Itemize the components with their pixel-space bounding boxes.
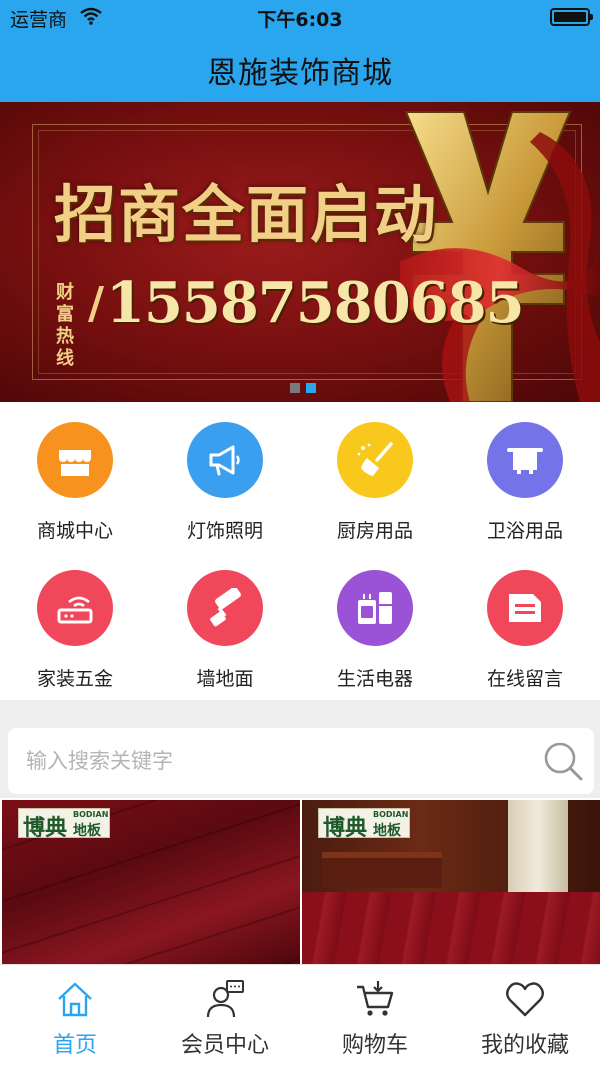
clock: 下午6:03: [257, 9, 343, 31]
brand-name-en: BODIAN: [73, 810, 109, 819]
category-store-icon-bg: [37, 422, 113, 498]
tab-member[interactable]: 会员中心: [150, 965, 300, 1067]
category-message[interactable]: 在线留言: [450, 550, 600, 698]
hotline-number: 15587580685: [106, 270, 525, 336]
category-grid: 商城中心 灯饰照明 厨房用品 卫浴用品 家装五金 墙地面 生活电器 在线留言: [0, 402, 600, 700]
banner-headline: 招商全面启动: [54, 178, 439, 251]
category-label: 灯饰照明: [186, 520, 263, 542]
top-bar: 运营商 下午6:03 恩施装饰商城: [0, 0, 600, 102]
category-bathroom[interactable]: 卫浴用品: [450, 402, 600, 550]
category-bathroom-icon-bg: [487, 422, 563, 498]
room-floor-image: [302, 892, 600, 964]
broom-icon: [357, 442, 393, 476]
category-hardware[interactable]: 家装五金: [0, 550, 150, 698]
brand-category: 地板: [73, 823, 101, 839]
brand-logo: 博典 BODIAN 地板: [318, 808, 410, 841]
search-input[interactable]: [26, 746, 506, 776]
tab-label: 首页: [52, 1033, 97, 1058]
brand-category: 地板: [373, 823, 401, 839]
cart-icon: [357, 981, 394, 1016]
hotline-divider: /: [88, 278, 105, 329]
product-card[interactable]: 博典 BODIAN 地板: [302, 800, 600, 964]
room-table-image: [322, 852, 442, 888]
category-label: 生活电器: [336, 668, 413, 690]
category-kitchen[interactable]: 厨房用品: [300, 402, 450, 550]
category-label: 卫浴用品: [486, 520, 563, 542]
hotline-label: 财富热线: [56, 282, 74, 369]
towel-rack-icon: [507, 448, 543, 474]
router-icon: [57, 596, 93, 624]
category-label: 在线留言: [486, 668, 563, 690]
brand-name: 博典: [23, 815, 68, 841]
category-lighting-icon-bg: [187, 422, 263, 498]
appliance-icon: [358, 592, 392, 624]
tab-label: 会员中心: [180, 1033, 269, 1058]
carousel-dot-2[interactable]: [306, 383, 316, 393]
tab-home[interactable]: 首页: [0, 965, 150, 1067]
brand-logo: 博典 BODIAN 地板: [18, 808, 110, 841]
message-icon: [509, 594, 541, 622]
category-store[interactable]: 商城中心: [0, 402, 150, 550]
brand-name: 博典: [323, 815, 368, 841]
tab-label: 我的收藏: [480, 1033, 569, 1058]
product-card[interactable]: 博典 BODIAN 地板: [2, 800, 300, 964]
app-screen: 运营商 下午6:03 恩施装饰商城 招商全面启动 财富热线 / 15587580…: [0, 0, 600, 1067]
brand-name-en: BODIAN: [373, 810, 409, 819]
search-section: [0, 700, 600, 798]
category-hardware-icon-bg: [37, 570, 113, 646]
category-message-icon-bg: [487, 570, 563, 646]
category-wall-floor[interactable]: 墙地面: [150, 550, 300, 698]
tab-favorites[interactable]: 我的收藏: [450, 965, 600, 1067]
megaphone-icon: [209, 445, 240, 476]
category-label: 墙地面: [196, 668, 254, 690]
category-appliances-icon-bg: [337, 570, 413, 646]
category-label: 商城中心: [36, 520, 113, 542]
category-label: 家装五金: [36, 668, 113, 690]
tab-bar: 首页 会员中心 购物车 我的收藏: [0, 964, 600, 1067]
member-icon: [206, 980, 244, 1018]
category-label: 厨房用品: [336, 520, 413, 542]
tab-cart[interactable]: 购物车: [300, 965, 450, 1067]
search-icon[interactable]: [542, 740, 584, 782]
paint-roller-icon: [210, 588, 241, 627]
page-title: 恩施装饰商城: [207, 56, 393, 91]
carousel-indicator[interactable]: [290, 378, 322, 393]
status-bar: 运营商 下午6:03: [0, 0, 600, 34]
carousel-dot-1[interactable]: [290, 383, 300, 393]
search-bar[interactable]: [8, 728, 594, 794]
tab-label: 购物车: [341, 1033, 408, 1058]
home-icon: [58, 982, 92, 1017]
battery-icon: [550, 8, 593, 26]
category-wall-floor-icon-bg: [187, 570, 263, 646]
promo-banner[interactable]: 招商全面启动 财富热线 / 15587580685: [0, 102, 600, 402]
heart-icon: [506, 982, 544, 1017]
category-lighting[interactable]: 灯饰照明: [150, 402, 300, 550]
store-icon: [59, 450, 91, 476]
category-kitchen-icon-bg: [337, 422, 413, 498]
category-appliances[interactable]: 生活电器: [300, 550, 450, 698]
product-list: 博典 BODIAN 地板 博典 BODIAN 地板: [0, 798, 600, 964]
